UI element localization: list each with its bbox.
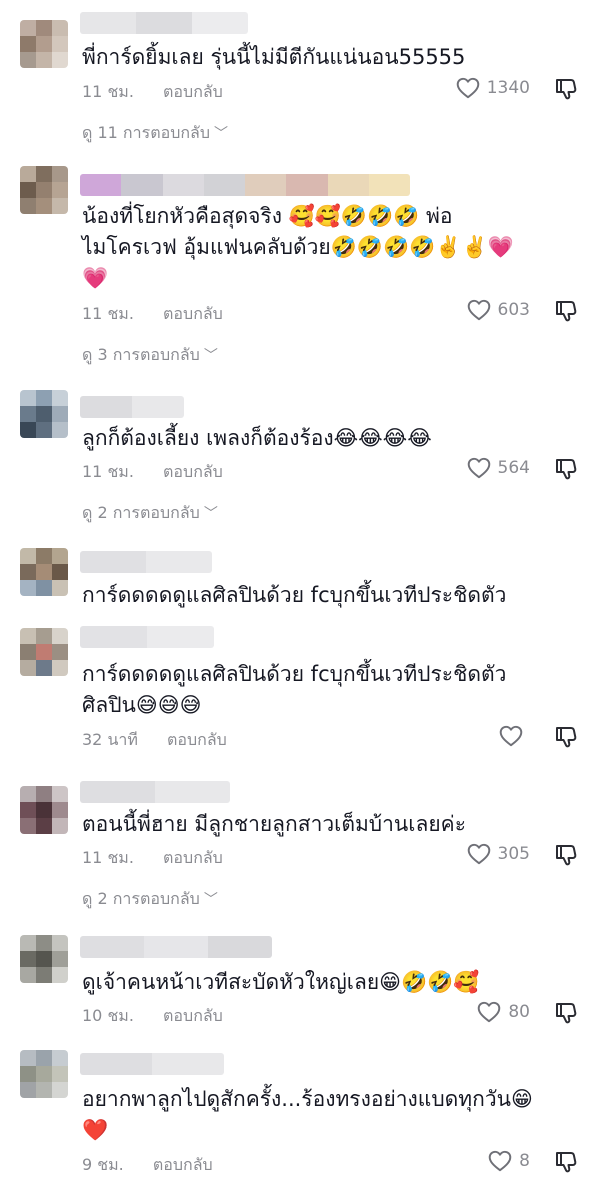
avatar[interactable]: [20, 548, 68, 596]
chevron-down-icon: ﹀: [203, 348, 218, 364]
like-count: 1340: [486, 78, 530, 98]
username-blurred[interactable]: [80, 174, 410, 196]
comment-meta: 11 ชม. ตอบกลับ: [82, 302, 223, 327]
reply-button[interactable]: ตอบกลับ: [163, 304, 223, 323]
view-replies-button[interactable]: ดู 11 การตอบกลับ ﹀: [82, 121, 228, 146]
view-replies-label: ดู 2 การตอบกลับ: [82, 889, 200, 908]
like-button[interactable]: 8: [487, 1148, 530, 1174]
like-button[interactable]: [498, 723, 530, 749]
heart-icon: [498, 723, 524, 749]
username-blurred[interactable]: [80, 551, 212, 573]
like-button[interactable]: 603: [466, 297, 530, 323]
comment-time: 32 นาที: [82, 730, 138, 749]
chevron-down-icon: ﹀: [214, 126, 228, 142]
avatar[interactable]: [20, 935, 68, 983]
comment-text: อยากพาลูกไปดูสักครั้ง...ร้องทรงอย่างแบดท…: [82, 1087, 533, 1142]
heart-icon: [476, 999, 502, 1025]
comment-time: 11 ชม.: [82, 462, 134, 481]
like-button[interactable]: 564: [466, 455, 530, 481]
like-button[interactable]: 80: [476, 999, 530, 1025]
thumbs-down-icon[interactable]: [554, 457, 578, 481]
like-count: 8: [519, 1151, 530, 1171]
comment-text: ตอนนี้พี่ฮาย มีลูกชายลูกสาวเต็มบ้านเลยค่…: [82, 812, 466, 836]
like-button[interactable]: 1340: [455, 75, 530, 101]
thumbs-down-icon[interactable]: [554, 725, 578, 749]
chevron-down-icon: ﹀: [203, 506, 218, 522]
reply-button[interactable]: ตอบกลับ: [163, 848, 223, 867]
avatar[interactable]: [20, 20, 68, 68]
heart-icon: [466, 841, 492, 867]
comment-meta: 11 ชม. ตอบกลับ: [82, 80, 223, 105]
thumbs-down-icon[interactable]: [554, 77, 578, 101]
chevron-down-icon: ﹀: [203, 892, 218, 908]
view-replies-label: ดู 3 การตอบกลับ: [82, 345, 200, 364]
reply-button[interactable]: ตอบกลับ: [163, 82, 223, 101]
comment-meta: 9 ชม. ตอบกลับ: [82, 1153, 213, 1178]
username-blurred[interactable]: [80, 781, 230, 803]
like-count: 80: [508, 1002, 530, 1022]
avatar[interactable]: [20, 166, 68, 214]
comment-text: ดูเจ้าคนหน้าเวทีสะบัดหัวใหญ่เลย😁🤣🤣🥰: [82, 970, 480, 994]
heart-icon: [466, 297, 492, 323]
thumbs-down-icon[interactable]: [554, 299, 578, 323]
like-button[interactable]: 305: [466, 841, 530, 867]
reply-button[interactable]: ตอบกลับ: [163, 1006, 223, 1025]
view-replies-button[interactable]: ดู 2 การตอบกลับ ﹀: [82, 887, 218, 912]
avatar[interactable]: [20, 628, 68, 676]
comment-time: 11 ชม.: [82, 848, 134, 867]
reply-button[interactable]: ตอบกลับ: [167, 730, 227, 749]
comment-meta: 10 ชม. ตอบกลับ: [82, 1004, 223, 1029]
heart-icon: [487, 1148, 513, 1174]
username-blurred[interactable]: [80, 936, 272, 958]
comment-time: 10 ชม.: [82, 1006, 134, 1025]
like-count: 564: [497, 458, 530, 478]
comment-text: ลูกก็ต้องเลี้ยง เพลงก็ต้องร้อง😂😂😂😂: [82, 426, 432, 450]
comment-meta: 32 นาที ตอบกลับ: [82, 728, 227, 753]
view-replies-button[interactable]: ดู 3 การตอบกลับ ﹀: [82, 343, 218, 368]
thumbs-down-icon[interactable]: [554, 1001, 578, 1025]
comment-text: พี่การ์ดยิ้มเลย รุ่นนี้ไม่มีตีกันแน่นอน5…: [82, 45, 466, 69]
comment-time: 11 ชม.: [82, 304, 134, 323]
view-replies-label: ดู 11 การตอบกลับ: [82, 123, 210, 142]
comment-time: 11 ชม.: [82, 82, 134, 101]
reply-button[interactable]: ตอบกลับ: [163, 462, 223, 481]
comment-meta: 11 ชม. ตอบกลับ: [82, 846, 223, 871]
heart-icon: [466, 455, 492, 481]
username-blurred[interactable]: [80, 626, 214, 648]
comment-text: น้องที่โยกหัวคือสุดจริง 🥰🥰🤣🤣🤣 พ่อ ไมโครเ…: [82, 204, 514, 290]
view-replies-label: ดู 2 การตอบกลับ: [82, 503, 200, 522]
comment-text: การ์ดดดดดูแลศิลปินด้วย fcบุกขึ้นเวทีประช…: [82, 662, 507, 717]
like-count: 305: [497, 844, 530, 864]
avatar[interactable]: [20, 390, 68, 438]
like-count: 603: [497, 300, 530, 320]
comment-text: การ์ดดดดดูแลศิลปินด้วย fcบุกขึ้นเวทีประช…: [82, 583, 507, 607]
comment-meta: 11 ชม. ตอบกลับ: [82, 460, 223, 485]
username-blurred[interactable]: [80, 396, 184, 418]
comment-time: 9 ชม.: [82, 1155, 124, 1174]
username-blurred[interactable]: [80, 12, 248, 34]
reply-button[interactable]: ตอบกลับ: [153, 1155, 213, 1174]
avatar[interactable]: [20, 786, 68, 834]
avatar[interactable]: [20, 1050, 68, 1098]
thumbs-down-icon[interactable]: [554, 843, 578, 867]
heart-icon: [455, 75, 481, 101]
username-blurred[interactable]: [80, 1053, 224, 1075]
thumbs-down-icon[interactable]: [554, 1150, 578, 1174]
view-replies-button[interactable]: ดู 2 การตอบกลับ ﹀: [82, 501, 218, 526]
